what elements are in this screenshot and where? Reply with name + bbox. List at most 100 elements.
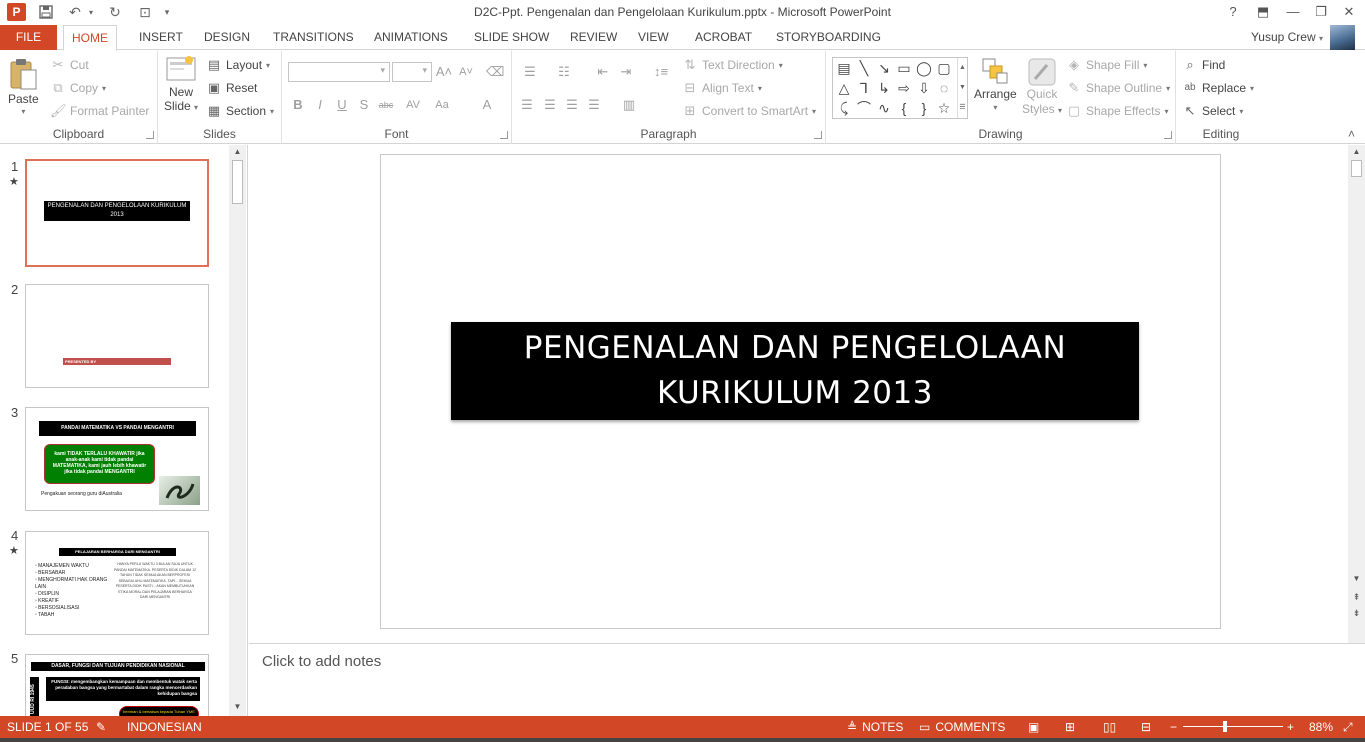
user-account-name[interactable]: Yusup Crew ▾ [1251, 25, 1323, 51]
drawing-launcher-icon[interactable] [1164, 131, 1172, 139]
scroll-up-icon[interactable]: ▲ [229, 145, 246, 159]
start-from-beginning-icon[interactable]: ⊡ [134, 3, 156, 21]
powerpoint-logo-icon[interactable]: P [7, 3, 26, 21]
text-direction-button[interactable]: ⇅ Text Direction ▾ [682, 57, 783, 73]
tab-acrobat[interactable]: ACROBAT [687, 25, 760, 50]
find-button[interactable]: ⌕ Find [1182, 57, 1225, 73]
change-case-button[interactable]: Aa [428, 96, 456, 114]
restore-icon[interactable]: ❐ [1310, 2, 1332, 22]
justify-icon[interactable]: ☰ [585, 96, 603, 114]
thumbnail-slide-2[interactable]: PRESENTED BY [25, 284, 209, 388]
close-icon[interactable]: ✕ [1338, 2, 1360, 22]
align-left-icon[interactable]: ☰ [518, 96, 536, 114]
copy-button[interactable]: ⧉ Copy ▾ [50, 80, 106, 96]
slide-scrollbar[interactable]: ▲ ▼ ⇞ ⇟ [1348, 145, 1365, 643]
reset-button[interactable]: ▣ Reset [206, 80, 258, 96]
right-arrow-shape-icon[interactable]: ⇨ [895, 79, 913, 97]
numbering-icon[interactable]: ☷ [552, 63, 576, 81]
tab-transitions[interactable]: TRANSITIONS [265, 25, 362, 50]
thumbnail-slide-3[interactable]: PANDAI MATEMATIKA VS PANDAI MENGANTRI ka… [25, 407, 209, 511]
spell-check-icon[interactable]: ✎ [96, 716, 106, 738]
scroll-thumb[interactable] [1351, 160, 1362, 177]
collapse-ribbon-icon[interactable]: ˄ [1348, 127, 1355, 141]
grow-font-button[interactable]: A˄ [435, 63, 453, 81]
zoom-in-icon[interactable]: + [1287, 716, 1294, 738]
thumbnail-slide-5[interactable]: DASAR, FUNGSI DAN TUJUAN PENDIDIKAN NASI… [25, 654, 209, 716]
star-shape-icon[interactable]: ☆ [935, 99, 953, 117]
select-button[interactable]: ↖ Select ▾ [1182, 103, 1244, 119]
format-painter-button[interactable]: 🖌 Format Painter [50, 103, 149, 119]
avatar[interactable] [1330, 25, 1355, 50]
wave-shape-icon[interactable]: ∿ [875, 99, 893, 117]
ribbon-display-options-icon[interactable]: ⬒ [1252, 2, 1274, 22]
tab-file[interactable]: FILE [0, 25, 57, 50]
comments-button[interactable]: ▭ COMMENTS [919, 716, 1005, 738]
redo-icon[interactable]: ↻ [104, 3, 126, 21]
decrease-indent-icon[interactable]: ⇤ [594, 63, 612, 81]
section-button[interactable]: ▦ Section ▾ [206, 103, 274, 119]
slide-show-view-icon[interactable]: ⊟ [1141, 716, 1151, 738]
clipboard-launcher-icon[interactable] [146, 131, 154, 139]
normal-view-icon[interactable]: ▣ [1028, 716, 1039, 738]
font-launcher-icon[interactable] [500, 131, 508, 139]
shape-effects-button[interactable]: ▢ Shape Effects ▾ [1066, 103, 1169, 119]
tab-review[interactable]: REVIEW [562, 25, 625, 50]
character-spacing-button[interactable]: AV [400, 96, 426, 114]
replace-button[interactable]: ab Replace ▾ [1182, 80, 1254, 96]
align-text-button[interactable]: ⊟ Align Text ▾ [682, 80, 762, 96]
bullets-icon[interactable]: ☰ [518, 63, 542, 81]
rounded-rectangle-shape-icon[interactable]: ▢ [935, 59, 953, 77]
thumbnail-slide-1[interactable]: PENGENALAN DAN PENGELOLAAN KURIKULUM 201… [25, 159, 209, 267]
paragraph-launcher-icon[interactable] [814, 131, 822, 139]
curve-arrow-shape-icon[interactable]: ⤹ [835, 99, 853, 117]
left-brace-shape-icon[interactable]: { [895, 99, 913, 117]
scroll-down-icon[interactable]: ▼ [1348, 572, 1365, 586]
arrange-button[interactable]: Arrange ▾ [974, 57, 1017, 112]
line-spacing-icon[interactable]: ↕≡ [648, 63, 674, 81]
zoom-out-icon[interactable]: − [1170, 716, 1177, 738]
strikethrough-button[interactable]: abc [377, 96, 395, 114]
shrink-font-button[interactable]: A˅ [457, 63, 475, 81]
notes-button[interactable]: ≜ NOTES [847, 716, 903, 738]
tab-animations[interactable]: ANIMATIONS [366, 25, 456, 50]
tab-view[interactable]: VIEW [630, 25, 677, 50]
reading-view-icon[interactable]: ▯▯ [1103, 716, 1116, 738]
previous-slide-icon[interactable]: ⇞ [1348, 590, 1365, 604]
language-indicator[interactable]: INDONESIAN [127, 716, 202, 738]
underline-button[interactable]: U [333, 96, 351, 114]
cut-button[interactable]: ✂ Cut [50, 57, 89, 73]
arrow-line-shape-icon[interactable]: ↘ [875, 59, 893, 77]
rectangle-shape-icon[interactable]: ▭ [895, 59, 913, 77]
help-icon[interactable]: ? [1222, 2, 1244, 22]
textbox-shape-icon[interactable]: ▤ [835, 59, 853, 77]
paste-button[interactable]: Paste ▾ [8, 57, 39, 116]
tab-insert[interactable]: INSERT [131, 25, 191, 50]
convert-smartart-button[interactable]: ⊞ Convert to SmartArt ▾ [682, 103, 817, 119]
thumbnail-slide-4[interactable]: PELAJARAN BERHARGA DARI MENGANTRI ▫ MANA… [25, 531, 209, 635]
shapes-gallery[interactable]: ▤ ╲ ↘ ▭ ◯ ▢ △ ⅂ ↳ ⇨ ⇩ ◌ ⤹ ⌒ ∿ { } ☆ ▲ ▼ ☰ [832, 57, 968, 119]
tab-design[interactable]: DESIGN [196, 25, 258, 50]
minimize-icon[interactable]: — [1282, 2, 1304, 22]
shape-fill-button[interactable]: ◈ Shape Fill ▾ [1066, 57, 1147, 73]
triangle-shape-icon[interactable]: △ [835, 79, 853, 97]
bold-button[interactable]: B [289, 96, 307, 114]
layout-button[interactable]: ▤ Layout ▾ [206, 57, 270, 73]
italic-button[interactable]: I [311, 96, 329, 114]
shapes-gallery-scroll[interactable]: ▲ ▼ ☰ [957, 58, 967, 118]
curve-shape-icon[interactable]: ⌒ [855, 99, 873, 117]
scroll-up-icon[interactable]: ▲ [1348, 145, 1365, 159]
zoom-level[interactable]: 88% [1309, 716, 1333, 738]
save-icon[interactable] [36, 3, 56, 21]
thumbnail-scrollbar[interactable]: ▲ ▼ [229, 145, 246, 716]
scroll-thumb[interactable] [232, 160, 243, 204]
new-slide-button[interactable]: New Slide ▾ [164, 55, 198, 115]
tab-slide-show[interactable]: SLIDE SHOW [466, 25, 557, 50]
fit-slide-icon[interactable]: ⤢ [1343, 716, 1353, 738]
font-family-select[interactable] [288, 62, 390, 82]
increase-indent-icon[interactable]: ⇥ [617, 63, 635, 81]
zoom-slider-thumb[interactable] [1223, 721, 1227, 732]
font-color-button[interactable]: A [476, 96, 498, 114]
font-size-select[interactable] [392, 62, 432, 82]
columns-icon[interactable]: ▥ [616, 96, 642, 114]
undo-dropdown-icon[interactable]: ▾ [86, 3, 96, 21]
